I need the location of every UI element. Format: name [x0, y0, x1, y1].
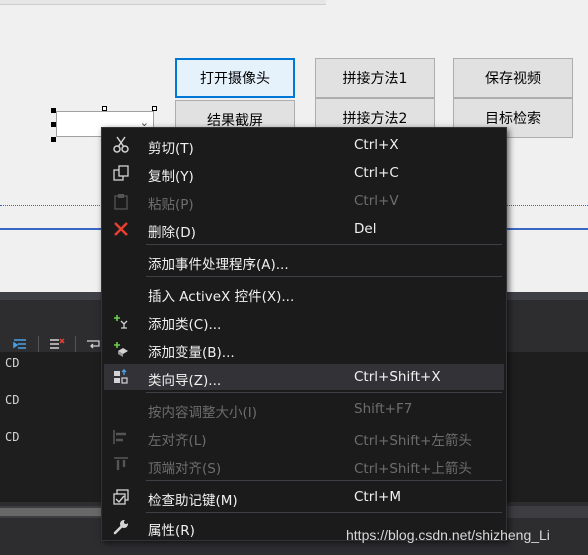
menu-item-paste[interactable]: 粘贴(P) Ctrl+V — [104, 188, 504, 214]
add-class-icon — [111, 311, 131, 331]
menu-item-shortcut: Ctrl+C — [354, 165, 399, 181]
resize-handle[interactable] — [152, 106, 157, 111]
resize-handle[interactable] — [51, 108, 56, 113]
menu-item-add-variable[interactable]: 添加变量(B)... — [104, 336, 504, 362]
open-camera-button[interactable]: 打开摄像头 — [175, 58, 295, 98]
save-video-button[interactable]: 保存视频 — [453, 58, 573, 98]
menu-item-label: 添加事件处理程序(A)... — [148, 257, 289, 273]
splice-method-1-button[interactable]: 拼接方法1 — [315, 58, 435, 98]
menu-item-label: 添加类(C)... — [148, 317, 222, 333]
resize-handle[interactable] — [51, 137, 56, 142]
menu-item-label: 属性(R) — [148, 523, 195, 539]
output-line: CD — [5, 356, 20, 370]
menu-item-label: 检查助记键(M) — [148, 493, 238, 509]
output-line: CD — [5, 430, 20, 444]
add-variable-icon — [111, 339, 131, 359]
watermark-text: https://blog.csdn.net/shizheng_Li — [346, 527, 550, 543]
menu-item-label: 剪切(T) — [148, 141, 194, 157]
menu-separator — [146, 480, 502, 481]
menu-item-label: 删除(D) — [148, 225, 196, 241]
menu-item-shortcut: Ctrl+Shift+上箭头 — [354, 461, 472, 477]
menu-item-label: 按内容调整大小(I) — [148, 405, 258, 421]
menu-item-check-mnemonics[interactable]: 检查助记键(M) Ctrl+M — [104, 484, 504, 510]
dialog-top-edge — [0, 0, 326, 5]
menu-item-align-top[interactable]: 顶端对齐(S) Ctrl+Shift+上箭头 — [104, 452, 504, 478]
menu-item-shortcut: Ctrl+X — [354, 137, 399, 153]
paste-icon — [111, 191, 131, 211]
menu-item-shortcut: Ctrl+M — [354, 489, 401, 505]
menu-item-label: 左对齐(L) — [148, 433, 207, 449]
menu-item-shortcut: Ctrl+Shift+左箭头 — [354, 433, 472, 449]
menu-separator — [146, 244, 502, 245]
menu-item-shortcut: Ctrl+Shift+X — [354, 369, 441, 385]
menu-item-label: 插入 ActiveX 控件(X)... — [148, 289, 295, 305]
menu-item-align-left[interactable]: 左对齐(L) Ctrl+Shift+左箭头 — [104, 424, 504, 450]
output-line: CD — [5, 393, 20, 407]
menu-item-label: 复制(Y) — [148, 169, 194, 185]
menu-separator — [146, 276, 502, 277]
menu-item-shortcut: Ctrl+V — [354, 193, 399, 209]
class-wizard-icon — [111, 367, 131, 387]
menu-item-shortcut: Del — [354, 221, 377, 237]
scissors-icon — [111, 135, 131, 155]
menu-item-label: 顶端对齐(S) — [148, 461, 222, 477]
menu-separator — [146, 512, 502, 513]
copy-icon — [111, 163, 131, 183]
menu-item-insert-activex[interactable]: 插入 ActiveX 控件(X)... — [104, 280, 504, 306]
menu-item-class-wizard[interactable]: 类向导(Z)... Ctrl+Shift+X — [104, 364, 504, 390]
menu-item-add-event-handler[interactable]: 添加事件处理程序(A)... — [104, 248, 504, 274]
menu-item-size-to-content[interactable]: 按内容调整大小(I) Shift+F7 — [104, 396, 504, 422]
delete-icon — [111, 219, 131, 239]
resize-handle[interactable] — [102, 106, 107, 111]
menu-item-delete[interactable]: 删除(D) Del — [104, 216, 504, 242]
menu-item-copy[interactable]: 复制(Y) Ctrl+C — [104, 160, 504, 186]
menu-item-label: 类向导(Z)... — [148, 373, 222, 389]
align-top-icon — [111, 455, 131, 475]
menu-item-label: 添加变量(B)... — [148, 345, 235, 361]
menu-item-add-class[interactable]: 添加类(C)... — [104, 308, 504, 334]
check-mnemonics-icon — [111, 487, 131, 507]
menu-item-label: 粘贴(P) — [148, 197, 194, 213]
context-menu: 剪切(T) Ctrl+X 复制(Y) Ctrl+C 粘贴(P) Ctrl+V 删… — [101, 127, 507, 541]
align-left-icon — [111, 427, 131, 447]
resize-handle[interactable] — [51, 122, 56, 127]
wrench-icon — [111, 517, 131, 537]
menu-item-cut[interactable]: 剪切(T) Ctrl+X — [104, 132, 504, 158]
menu-separator — [146, 392, 502, 393]
menu-item-shortcut: Shift+F7 — [354, 401, 413, 417]
